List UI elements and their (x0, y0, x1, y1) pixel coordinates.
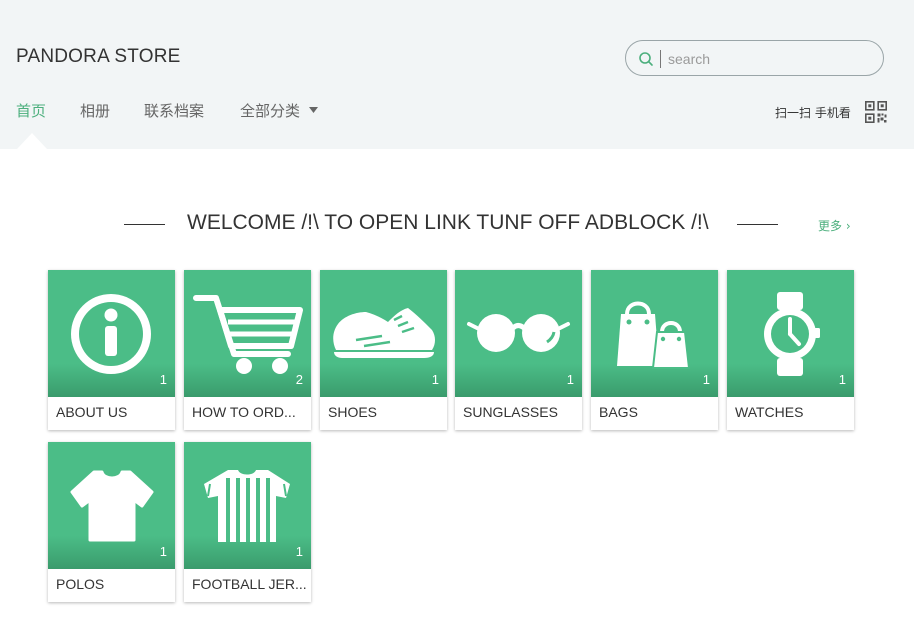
header: PANDORA STORE 首页 相册 联系档案 全部分类 扫一扫 手机看 (0, 0, 914, 149)
cart-icon (193, 295, 303, 374)
nav-item-contact[interactable]: 联系档案 (144, 100, 204, 121)
item-count: 2 (295, 372, 303, 387)
title-divider-left (124, 224, 165, 225)
nav-item-album[interactable]: 相册 (80, 100, 110, 121)
section-title: WELCOME /!\ TO OPEN LINK TUNF OFF ADBLOC… (187, 211, 709, 234)
category-card-sunglasses[interactable]: 1 SUNGLASSES (455, 270, 582, 430)
qr-code-icon[interactable] (865, 101, 887, 123)
nav-item-home[interactable]: 首页 (16, 100, 46, 121)
category-label[interactable]: WATCHES (735, 404, 849, 420)
item-count: 1 (838, 372, 846, 387)
category-card-how-to-order[interactable]: 2 HOW TO ORD... (184, 270, 311, 430)
item-count: 1 (566, 372, 574, 387)
sunglasses-icon (467, 314, 570, 352)
category-label[interactable]: BAGS (599, 404, 713, 420)
item-count: 1 (159, 544, 167, 559)
item-count: 1 (159, 372, 167, 387)
caret-down-icon (308, 107, 318, 113)
title-divider-right (737, 224, 778, 225)
category-label[interactable]: POLOS (56, 576, 170, 592)
category-label[interactable]: HOW TO ORD... (192, 404, 306, 420)
category-tile: 1 (48, 270, 175, 397)
category-card-bags[interactable]: 1 BAGS (591, 270, 718, 430)
nav-item-all-categories[interactable]: 全部分类 (240, 100, 318, 121)
item-count: 1 (295, 544, 303, 559)
category-tile: 1 (591, 270, 718, 397)
nav-item-all-categories-label: 全部分类 (240, 102, 301, 120)
store-title[interactable]: PANDORA STORE (16, 46, 181, 68)
watch-icon (764, 292, 820, 376)
category-card-watches[interactable]: 1 WATCHES (727, 270, 854, 430)
item-count: 1 (702, 372, 710, 387)
search-input[interactable] (666, 47, 870, 71)
category-tile: 1 (184, 442, 311, 569)
category-label[interactable]: SHOES (328, 404, 442, 420)
search-box[interactable] (625, 40, 884, 76)
category-card-about-us[interactable]: 1 ABOUT US (48, 270, 175, 430)
jersey-icon (204, 470, 290, 542)
category-label[interactable]: ABOUT US (56, 404, 170, 420)
category-card-polos[interactable]: 1 POLOS (48, 442, 175, 602)
category-label[interactable]: FOOTBALL JER... (192, 576, 306, 592)
info-icon (71, 294, 151, 374)
category-tile: 1 (727, 270, 854, 397)
mobile-view-label: 扫一扫 手机看 (775, 106, 851, 120)
category-tile: 1 (455, 270, 582, 397)
text-cursor (660, 50, 661, 68)
category-card-football-jerseys[interactable]: 1 FOOTBALL JER... (184, 442, 311, 602)
category-label[interactable]: SUNGLASSES (463, 404, 577, 420)
item-count: 1 (431, 372, 439, 387)
category-tile: 1 (320, 270, 447, 397)
more-link[interactable]: 更多 › (818, 217, 851, 234)
search-icon[interactable] (638, 51, 654, 67)
category-tile: 1 (48, 442, 175, 569)
category-tile: 2 (184, 270, 311, 397)
tshirt-icon (70, 470, 154, 542)
shoe-icon (333, 308, 435, 358)
category-card-shoes[interactable]: 1 SHOES (320, 270, 447, 430)
active-nav-pointer (17, 133, 47, 149)
bags-icon (617, 301, 691, 369)
section-header: WELCOME /!\ TO OPEN LINK TUNF OFF ADBLOC… (0, 208, 914, 240)
